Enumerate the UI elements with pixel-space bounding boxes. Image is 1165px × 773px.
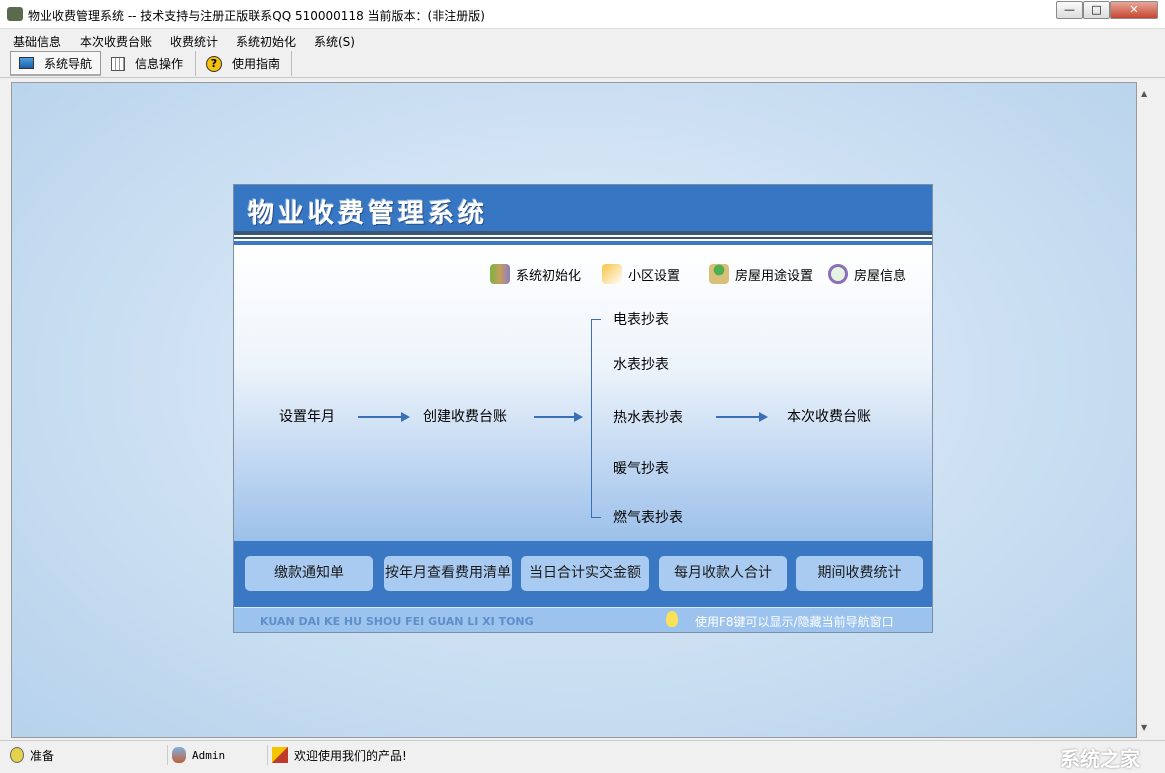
quick-label: 小区设置 — [628, 268, 681, 284]
lightbulb-icon — [10, 747, 24, 763]
status-text: 欢迎使用我们的产品! — [294, 748, 407, 763]
monthly-fee-list-button[interactable]: 按年月查看费用清单 — [384, 556, 512, 591]
tab-label: 系统导航 — [43, 56, 92, 71]
app-icon — [7, 7, 23, 21]
monitor-icon — [19, 57, 34, 69]
close-button[interactable]: ✕ — [1110, 1, 1158, 19]
tab-info-ops[interactable]: 信息操作 — [103, 51, 196, 76]
quick-community-setup[interactable]: 小区设置 — [602, 264, 680, 284]
tab-user-guide[interactable]: ? 使用指南 — [198, 51, 292, 76]
flow-gas-reading[interactable]: 燃气表抄表 — [613, 507, 683, 527]
panel-body — [234, 247, 932, 541]
status-user: Admin — [172, 745, 268, 765]
user-icon — [172, 747, 186, 763]
status-welcome: 欢迎使用我们的产品! — [272, 745, 417, 765]
pinyin-caption: KUAN DAI KE HU SHOU FEI GUAN LI XI TONG — [260, 615, 534, 628]
payment-notice-button[interactable]: 缴款通知单 — [245, 556, 373, 591]
flow-water-reading[interactable]: 水表抄表 — [613, 354, 669, 374]
footer-strip: KUAN DAI KE HU SHOU FEI GUAN LI XI TONG … — [234, 607, 932, 632]
daily-total-button[interactable]: 当日合计实交金额 — [521, 556, 649, 591]
quick-label: 房屋信息 — [854, 268, 907, 284]
menu-basic-info[interactable]: 基础信息 — [13, 33, 61, 50]
watermark: 系统之家 — [1060, 747, 1140, 771]
quick-label: 系统初始化 — [516, 268, 582, 284]
user-icon — [709, 264, 729, 284]
quick-house-info[interactable]: 房屋信息 — [828, 264, 906, 284]
books-icon — [490, 264, 510, 284]
shapes-icon — [272, 747, 288, 763]
header-stripes — [234, 231, 932, 247]
toolbar: 系统导航 信息操作 ? 使用指南 — [0, 50, 1165, 78]
flow-set-month[interactable]: 设置年月 — [279, 406, 335, 426]
maximize-button[interactable]: □ — [1083, 1, 1110, 19]
button-band: 缴款通知单 按年月查看费用清单 当日合计实交金额 每月收款人合计 期间收费统计 — [234, 541, 932, 607]
minimize-button[interactable]: — — [1056, 1, 1083, 19]
flow-heating-reading[interactable]: 暖气抄表 — [613, 458, 669, 478]
tab-label: 信息操作 — [135, 57, 184, 71]
tab-label: 使用指南 — [232, 57, 281, 71]
flow-current-ledger[interactable]: 本次收费台账 — [787, 406, 871, 426]
status-bar: 准备 Admin 欢迎使用我们的产品! 系统之家 — [0, 740, 1165, 773]
bracket-line — [591, 319, 592, 517]
navigation-panel: 物业收费管理系统 系统初始化 小区设置 房屋用途设置 房屋信息 设置年月 创建收… — [233, 184, 933, 633]
monthly-collector-total-button[interactable]: 每月收款人合计 — [659, 556, 787, 591]
panel-header: 物业收费管理系统 — [234, 185, 932, 231]
quick-system-init[interactable]: 系统初始化 — [490, 264, 581, 284]
folder-icon — [602, 264, 622, 284]
menu-bar: 基础信息 本次收费台账 收费统计 系统初始化 系统(S) — [0, 30, 1165, 50]
tab-system-nav[interactable]: 系统导航 — [10, 51, 101, 76]
menu-current-ledger[interactable]: 本次收费台账 — [80, 33, 152, 50]
f8-tip: 使用F8键可以显示/隐藏当前导航窗口 — [695, 615, 894, 629]
window-title: 物业收费管理系统 -- 技术支持与注册正版联系QQ 510000118 当前版本… — [28, 9, 485, 23]
grid-icon — [111, 56, 125, 71]
panel-title: 物业收费管理系统 — [248, 199, 489, 229]
flow-create-ledger[interactable]: 创建收费台账 — [423, 406, 507, 426]
title-bar: 物业收费管理系统 -- 技术支持与注册正版联系QQ 510000118 当前版本… — [0, 0, 1165, 29]
lightbulb-icon — [666, 611, 678, 627]
menu-system-init[interactable]: 系统初始化 — [236, 33, 296, 50]
status-ready: 准备 — [10, 745, 168, 765]
quick-house-usage-setup[interactable]: 房屋用途设置 — [709, 264, 813, 284]
period-stats-button[interactable]: 期间收费统计 — [796, 556, 923, 591]
help-icon: ? — [206, 55, 222, 72]
status-text: Admin — [192, 748, 226, 762]
quick-label: 房屋用途设置 — [735, 268, 814, 284]
menu-system[interactable]: 系统(S) — [314, 33, 355, 50]
menu-fee-stats[interactable]: 收费统计 — [170, 33, 218, 50]
status-text: 准备 — [30, 748, 55, 763]
arrow-icon — [358, 412, 410, 422]
arrow-icon — [716, 412, 768, 422]
flow-hotwater-reading[interactable]: 热水表抄表 — [613, 407, 683, 427]
arrow-icon — [534, 412, 583, 422]
search-icon — [828, 264, 848, 284]
vertical-scrollbar[interactable]: ▲ ▼ — [1137, 83, 1153, 738]
flow-electric-reading[interactable]: 电表抄表 — [613, 309, 669, 329]
